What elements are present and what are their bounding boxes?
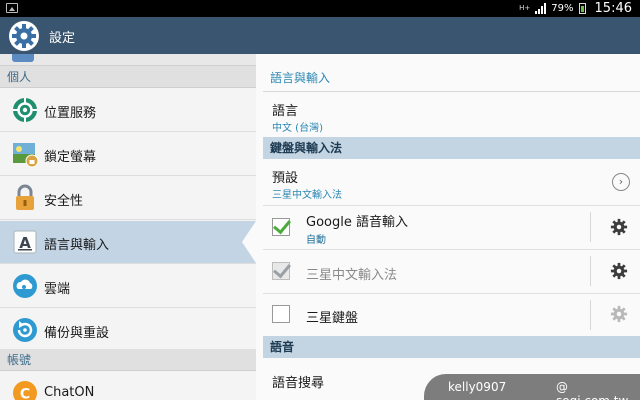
chevron-right-icon[interactable]: › (612, 173, 630, 191)
padlock-icon (16, 184, 34, 210)
default-input-row[interactable]: 預設 三星中文輸入法 › (256, 159, 640, 205)
language-row[interactable]: 語言 中文 (台灣) (256, 92, 640, 136)
page-title: 語言與輸入 (270, 71, 331, 85)
cloud-icon (13, 274, 37, 298)
keyboard-a-icon: A (13, 230, 37, 254)
samsung-keyboard-checkbox[interactable] (272, 305, 290, 323)
lock-screen-icon (13, 143, 39, 168)
section-header-keyboard: 鍵盤與輸入法 (263, 137, 640, 159)
voice-search-label: 語音搜尋 (272, 376, 325, 391)
language-value: 中文 (台灣) (272, 123, 323, 134)
location-icon (13, 98, 37, 122)
input-method-sub: 自動 (306, 235, 326, 246)
settings-detail-pane: 語言與輸入 語言 中文 (台灣) 鍵盤與輸入法 預設 三星中文輸入法 › Goo… (256, 54, 640, 400)
section-header-personal: 個人 (0, 66, 256, 88)
section-header-accounts: 帳號 (0, 349, 256, 371)
sidebar-item-label: 安全性 (44, 194, 84, 209)
watermark-site: @ sogi.com.tw (556, 380, 628, 400)
sidebar-item-label: 鎖定螢幕 (44, 150, 97, 165)
samsung-chinese-checkbox[interactable] (272, 262, 290, 280)
sidebar-item-label: ChatON (44, 385, 95, 400)
watermark: kelly0907 @ sogi.com.tw (424, 374, 640, 400)
status-bar: H+ 79% 15:46 (0, 0, 640, 17)
selection-pointer (242, 221, 256, 263)
sidebar-item-lock-screen[interactable]: 鎖定螢幕 (0, 133, 256, 176)
sidebar-item-backup-reset[interactable]: 備份與重設 (0, 309, 256, 352)
input-method-samsung-chinese[interactable]: 三星中文輸入法 (256, 250, 640, 293)
gear-icon[interactable] (610, 218, 628, 236)
gallery-notification-icon (6, 3, 18, 13)
clock: 15:46 (594, 1, 632, 16)
watermark-user: kelly0907 (448, 380, 507, 394)
sidebar-item-label: 位置服務 (44, 106, 97, 121)
chaton-icon: C (13, 381, 37, 400)
sidebar-item-label: 雲端 (44, 282, 71, 297)
battery-icon (578, 3, 586, 14)
sidebar-item-chaton[interactable]: C ChatON (0, 372, 256, 400)
signal-icon (535, 3, 547, 14)
sidebar-item-language-input[interactable]: A 語言與輸入 (0, 221, 256, 264)
settings-gear-icon[interactable] (8, 20, 40, 52)
google-voice-checkbox[interactable] (272, 218, 290, 236)
gear-icon-disabled (610, 305, 628, 323)
default-label: 預設 (272, 171, 299, 186)
svg-text:C: C (20, 387, 30, 400)
gear-icon[interactable] (610, 262, 628, 280)
sidebar-item-label: 備份與重設 (44, 326, 110, 341)
sidebar-item-location[interactable]: 位置服務 (0, 89, 256, 132)
input-method-label: 三星中文輸入法 (306, 268, 398, 283)
action-bar: 設定 (0, 17, 640, 54)
backup-reset-icon (13, 318, 37, 342)
input-method-samsung-keyboard[interactable]: 三星鍵盤 (256, 294, 640, 336)
section-header-voice: 語音 (263, 336, 640, 358)
input-method-label: 三星鍵盤 (306, 311, 359, 326)
sidebar-item-cloud[interactable]: 雲端 (0, 265, 256, 308)
input-method-google-voice[interactable]: Google 語音輸入 自動 (256, 206, 640, 249)
app-title: 設定 (49, 31, 76, 46)
default-value: 三星中文輸入法 (272, 190, 342, 201)
battery-percent: 79% (551, 3, 574, 14)
language-label: 語言 (272, 104, 299, 119)
input-method-label: Google 語音輸入 (306, 215, 408, 230)
sidebar-item-label: 語言與輸入 (44, 238, 110, 253)
network-type: H+ (519, 4, 531, 12)
sidebar-item-security[interactable]: 安全性 (0, 177, 256, 220)
sidebar-scroll-edge (0, 54, 256, 66)
